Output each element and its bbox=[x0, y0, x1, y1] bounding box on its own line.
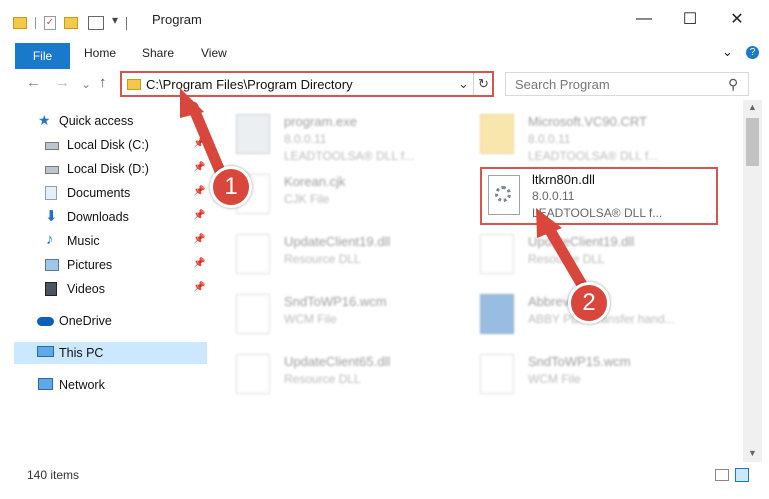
annotation-arrows bbox=[180, 88, 591, 296]
arrow-2 bbox=[536, 208, 591, 296]
arrow-1 bbox=[180, 88, 228, 182]
callout-badge-1: 1 bbox=[210, 166, 252, 208]
callout-badge-2: 2 bbox=[568, 282, 610, 324]
